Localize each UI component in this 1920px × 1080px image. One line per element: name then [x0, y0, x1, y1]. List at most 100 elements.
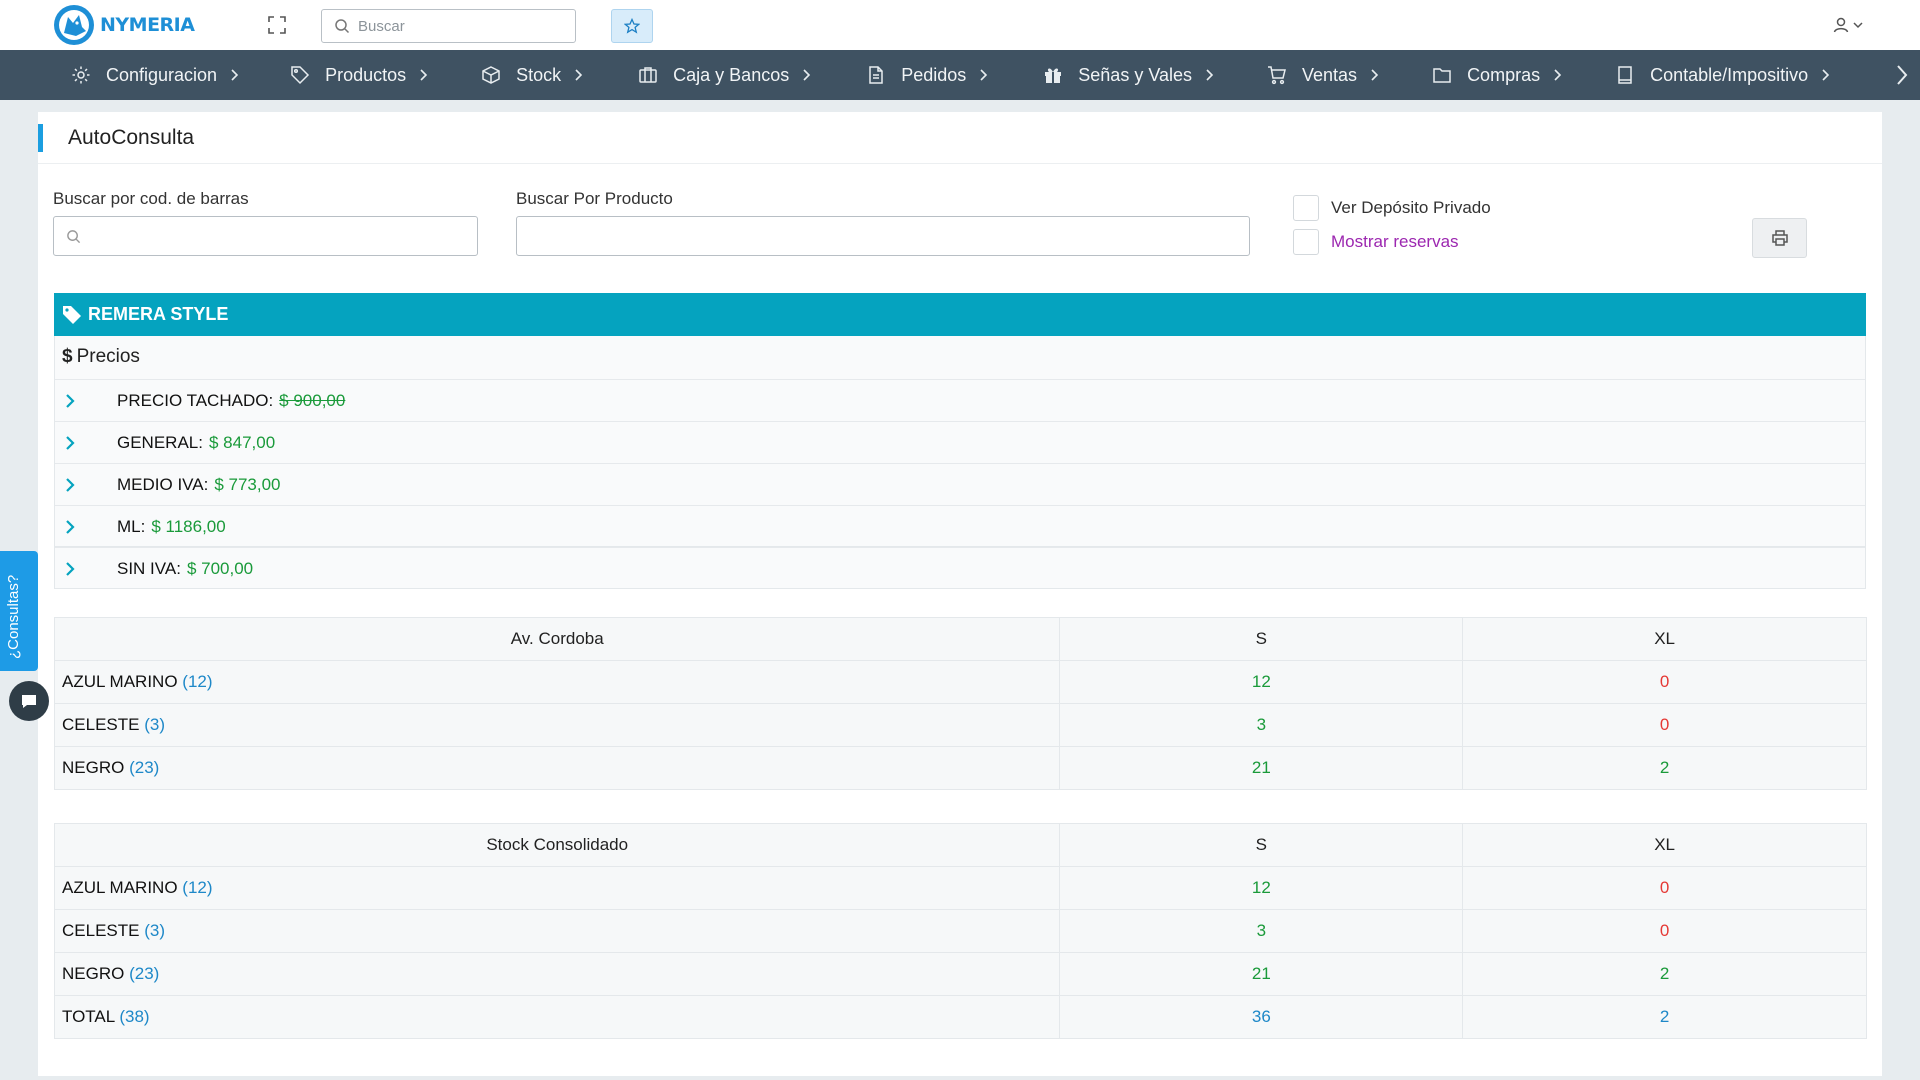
- price-value: $ 847,00: [208, 432, 276, 452]
- nav-label: Pedidos: [901, 64, 967, 85]
- chevron-right-icon: [231, 69, 239, 81]
- page-title: AutoConsulta: [68, 126, 195, 149]
- nav-item-pedidos[interactable]: Pedidos: [865, 50, 988, 100]
- reservas-toggle[interactable]: Mostrar reservas: [1293, 229, 1459, 255]
- chevron-right-icon: [980, 69, 988, 81]
- color-cell: CELESTE (3): [53, 909, 1061, 953]
- consultas-side-tab[interactable]: ¿Consultas?: [0, 551, 38, 671]
- private-deposit-checkbox[interactable]: [1293, 195, 1319, 221]
- nav-label: Compras: [1467, 64, 1541, 85]
- color-count: (3): [144, 921, 165, 940]
- box-icon: [480, 64, 502, 86]
- color-cell: NEGRO (23): [53, 746, 1061, 790]
- nav-item-compras[interactable]: Compras: [1431, 50, 1562, 100]
- barcode-label: Buscar por cod. de barras: [53, 189, 249, 208]
- price-row[interactable]: SIN IVA: $ 700,00: [55, 547, 1865, 589]
- chevron-right-icon: [66, 435, 75, 450]
- nav-label: Ventas: [1302, 64, 1358, 85]
- product-search-input[interactable]: [529, 227, 1177, 245]
- table-row: CELESTE (3) 3 0: [53, 909, 1867, 953]
- column-header: XL: [1462, 617, 1867, 661]
- size-xl-value: 2: [1462, 746, 1867, 790]
- color-name: NEGRO: [62, 964, 125, 983]
- color-name: NEGRO: [62, 758, 125, 777]
- size-s-value: 3: [1059, 909, 1464, 953]
- chevron-right-icon: [575, 69, 583, 81]
- price-row[interactable]: PRECIO TACHADO: $ 900,00: [55, 379, 1865, 421]
- chat-button[interactable]: [9, 681, 49, 721]
- price-row[interactable]: GENERAL: $ 847,00: [55, 421, 1865, 463]
- size-xl-value: 0: [1462, 703, 1867, 747]
- chat-icon: [22, 695, 36, 708]
- chevron-down-icon: [1853, 22, 1863, 29]
- chevron-right-icon: [66, 561, 75, 576]
- size-s-value: 21: [1059, 952, 1464, 996]
- global-search[interactable]: [321, 9, 576, 43]
- reservas-label: Mostrar reservas: [1331, 232, 1459, 251]
- table-row: NEGRO (23) 21 2: [53, 746, 1867, 790]
- product-search-field[interactable]: [516, 216, 1250, 256]
- book-icon: [1614, 64, 1636, 86]
- gear-icon: [70, 64, 92, 86]
- nav-item-senas-vales[interactable]: Señas y Vales: [1042, 50, 1214, 100]
- prices-title: $ Precios: [62, 346, 140, 368]
- chevron-right-icon: [66, 393, 75, 408]
- prices-panel-tail: SIN IVA: $ 700,00: [54, 547, 1866, 589]
- price-name: PRECIO TACHADO:: [117, 390, 274, 410]
- color-name: CELESTE: [62, 715, 140, 734]
- price-name: MEDIO IVA:: [117, 474, 209, 494]
- barcode-input[interactable]: [89, 227, 459, 245]
- barcode-field[interactable]: [53, 216, 478, 256]
- nav-scroll-right-icon[interactable]: [1892, 63, 1912, 87]
- nav-item-caja-bancos[interactable]: Caja y Bancos: [637, 50, 811, 100]
- top-bar: NYMERIA: [0, 0, 1920, 50]
- document-icon: [865, 64, 887, 86]
- table-header-row: Av. Cordoba S XL: [53, 617, 1867, 661]
- price-value: $ 700,00: [186, 558, 254, 578]
- prices-title-label: Precios: [76, 346, 140, 367]
- branch-stock-table: Av. Cordoba S XL AZUL MARINO (12) 12 0 C…: [53, 617, 1867, 790]
- nav-item-configuracion[interactable]: Configuracion: [70, 50, 239, 100]
- table-row: AZUL MARINO (12) 12 0: [53, 660, 1867, 704]
- color-count: (23): [129, 964, 160, 983]
- nav-label: Stock: [516, 64, 562, 85]
- nav-item-productos[interactable]: Productos: [289, 50, 428, 100]
- nav-label: Configuracion: [106, 64, 218, 85]
- user-menu[interactable]: [1832, 14, 1870, 36]
- nav-label: Productos: [325, 64, 407, 85]
- color-count: (12): [182, 878, 213, 897]
- private-deposit-label: Ver Depósito Privado: [1331, 198, 1491, 217]
- price-row[interactable]: MEDIO IVA: $ 773,00: [55, 463, 1865, 505]
- chevron-right-icon: [1206, 69, 1214, 81]
- chevron-right-icon: [66, 477, 75, 492]
- size-xl-value: 2: [1462, 952, 1867, 996]
- favorites-button[interactable]: [611, 9, 653, 43]
- color-count: (3): [144, 715, 165, 734]
- private-deposit-toggle[interactable]: Ver Depósito Privado: [1293, 195, 1491, 221]
- nav-label: Señas y Vales: [1078, 64, 1193, 85]
- chevron-right-icon: [803, 69, 811, 81]
- chevron-right-icon: [420, 69, 428, 81]
- print-button[interactable]: [1752, 218, 1807, 258]
- wolf-logo-icon: [54, 5, 94, 45]
- nav-item-stock[interactable]: Stock: [480, 50, 583, 100]
- brand-logo[interactable]: NYMERIA: [52, 4, 195, 46]
- price-row[interactable]: ML: $ 1186,00: [55, 505, 1865, 547]
- total-count: (38): [119, 1007, 150, 1026]
- column-header: XL: [1462, 823, 1867, 867]
- table-row: NEGRO (23) 21 2: [53, 952, 1867, 996]
- fullscreen-icon[interactable]: [266, 14, 288, 36]
- total-cell: TOTAL (38): [53, 995, 1061, 1039]
- chevron-right-icon: [66, 519, 75, 534]
- total-s-value: 36: [1059, 995, 1464, 1039]
- nav-item-contable[interactable]: Contable/Impositivo: [1614, 50, 1830, 100]
- product-search-label: Buscar Por Producto: [516, 189, 673, 208]
- brand-name: NYMERIA: [100, 14, 195, 36]
- global-search-input[interactable]: [358, 17, 558, 35]
- printer-icon: [1771, 230, 1788, 246]
- price-name: SIN IVA:: [117, 558, 181, 578]
- reservas-checkbox[interactable]: [1293, 229, 1319, 255]
- price-value: $ 773,00: [214, 474, 281, 494]
- nav-item-ventas[interactable]: Ventas: [1266, 50, 1379, 100]
- main-panel: AutoConsulta Buscar por cod. de barras B…: [38, 112, 1882, 1076]
